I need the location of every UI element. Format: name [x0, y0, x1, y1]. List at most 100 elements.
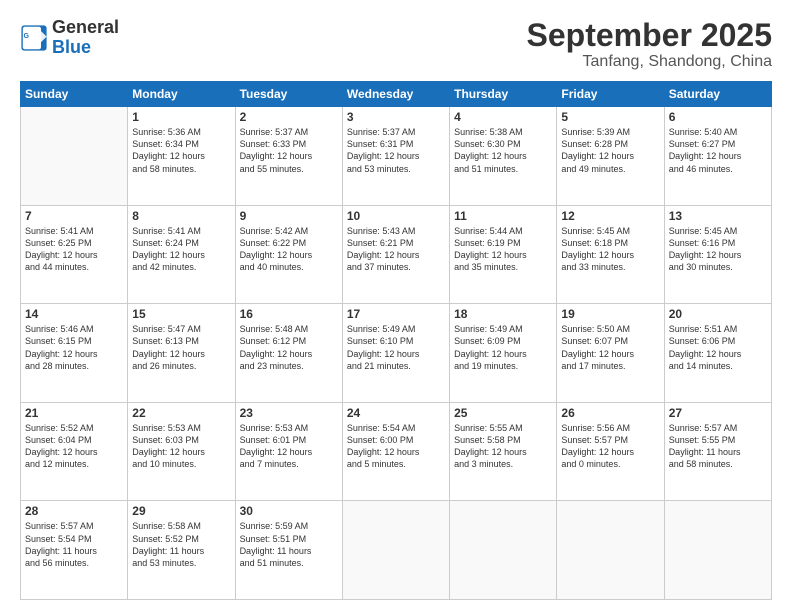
- day-number: 12: [561, 209, 659, 223]
- col-header-thursday: Thursday: [450, 82, 557, 107]
- day-info: Sunrise: 5:46 AM Sunset: 6:15 PM Dayligh…: [25, 323, 123, 372]
- day-info: Sunrise: 5:51 AM Sunset: 6:06 PM Dayligh…: [669, 323, 767, 372]
- day-cell: 27 Sunrise: 5:57 AM Sunset: 5:55 PM Dayli…: [664, 402, 771, 501]
- day-cell: [664, 501, 771, 600]
- day-number: 29: [132, 504, 230, 518]
- day-cell: 10 Sunrise: 5:43 AM Sunset: 6:21 PM Dayli…: [342, 205, 449, 304]
- day-cell: [21, 107, 128, 206]
- day-cell: 2Sunrise: 5:37 AM Sunset: 6:33 PM Daylig…: [235, 107, 342, 206]
- day-info: Sunrise: 5:49 AM Sunset: 6:10 PM Dayligh…: [347, 323, 445, 372]
- day-cell: 30 Sunrise: 5:59 AM Sunset: 5:51 PM Dayli…: [235, 501, 342, 600]
- week-row-3: 21 Sunrise: 5:52 AM Sunset: 6:04 PM Dayli…: [21, 402, 772, 501]
- header: G General Blue September 2025 Tanfang, S…: [20, 18, 772, 71]
- day-info: Sunrise: 5:38 AM Sunset: 6:30 PM Dayligh…: [454, 126, 552, 175]
- day-cell: 22Sunrise: 5:53 AM Sunset: 6:03 PM Dayli…: [128, 402, 235, 501]
- day-info: Sunrise: 5:40 AM Sunset: 6:27 PM Dayligh…: [669, 126, 767, 175]
- day-number: 23: [240, 406, 338, 420]
- day-info: Sunrise: 5:48 AM Sunset: 6:12 PM Dayligh…: [240, 323, 338, 372]
- day-number: 13: [669, 209, 767, 223]
- svg-text:G: G: [24, 33, 30, 40]
- day-cell: 26Sunrise: 5:56 AM Sunset: 5:57 PM Dayli…: [557, 402, 664, 501]
- day-info: Sunrise: 5:55 AM Sunset: 5:58 PM Dayligh…: [454, 422, 552, 471]
- col-header-friday: Friday: [557, 82, 664, 107]
- col-header-monday: Monday: [128, 82, 235, 107]
- month-title: September 2025: [527, 18, 772, 53]
- day-info: Sunrise: 5:41 AM Sunset: 6:24 PM Dayligh…: [132, 225, 230, 274]
- day-info: Sunrise: 5:39 AM Sunset: 6:28 PM Dayligh…: [561, 126, 659, 175]
- day-cell: 6 Sunrise: 5:40 AM Sunset: 6:27 PM Daylig…: [664, 107, 771, 206]
- day-cell: 15Sunrise: 5:47 AM Sunset: 6:13 PM Dayli…: [128, 304, 235, 403]
- day-info: Sunrise: 5:52 AM Sunset: 6:04 PM Dayligh…: [25, 422, 123, 471]
- day-number: 1: [132, 110, 230, 124]
- day-cell: 29 Sunrise: 5:58 AM Sunset: 5:52 PM Dayli…: [128, 501, 235, 600]
- day-number: 11: [454, 209, 552, 223]
- week-row-4: 28 Sunrise: 5:57 AM Sunset: 5:54 PM Dayli…: [21, 501, 772, 600]
- day-number: 30: [240, 504, 338, 518]
- day-number: 20: [669, 307, 767, 321]
- title-block: September 2025 Tanfang, Shandong, China: [527, 18, 772, 71]
- day-cell: 14 Sunrise: 5:46 AM Sunset: 6:15 PM Dayli…: [21, 304, 128, 403]
- day-info: Sunrise: 5:44 AM Sunset: 6:19 PM Dayligh…: [454, 225, 552, 274]
- day-cell: 3Sunrise: 5:37 AM Sunset: 6:31 PM Daylig…: [342, 107, 449, 206]
- day-number: 25: [454, 406, 552, 420]
- day-info: Sunrise: 5:41 AM Sunset: 6:25 PM Dayligh…: [25, 225, 123, 274]
- day-number: 28: [25, 504, 123, 518]
- day-cell: 21 Sunrise: 5:52 AM Sunset: 6:04 PM Dayli…: [21, 402, 128, 501]
- day-cell: [450, 501, 557, 600]
- day-info: Sunrise: 5:43 AM Sunset: 6:21 PM Dayligh…: [347, 225, 445, 274]
- col-header-tuesday: Tuesday: [235, 82, 342, 107]
- day-cell: 8 Sunrise: 5:41 AM Sunset: 6:24 PM Daylig…: [128, 205, 235, 304]
- day-cell: 11 Sunrise: 5:44 AM Sunset: 6:19 PM Dayli…: [450, 205, 557, 304]
- location-title: Tanfang, Shandong, China: [527, 53, 772, 71]
- day-cell: 12Sunrise: 5:45 AM Sunset: 6:18 PM Dayli…: [557, 205, 664, 304]
- day-number: 27: [669, 406, 767, 420]
- day-info: Sunrise: 5:57 AM Sunset: 5:54 PM Dayligh…: [25, 520, 123, 569]
- day-info: Sunrise: 5:45 AM Sunset: 6:16 PM Dayligh…: [669, 225, 767, 274]
- day-number: 6: [669, 110, 767, 124]
- day-info: Sunrise: 5:56 AM Sunset: 5:57 PM Dayligh…: [561, 422, 659, 471]
- day-info: Sunrise: 5:49 AM Sunset: 6:09 PM Dayligh…: [454, 323, 552, 372]
- day-info: Sunrise: 5:37 AM Sunset: 6:33 PM Dayligh…: [240, 126, 338, 175]
- week-row-2: 14 Sunrise: 5:46 AM Sunset: 6:15 PM Dayli…: [21, 304, 772, 403]
- calendar-table: SundayMondayTuesdayWednesdayThursdayFrid…: [20, 81, 772, 600]
- day-info: Sunrise: 5:36 AM Sunset: 6:34 PM Dayligh…: [132, 126, 230, 175]
- day-number: 14: [25, 307, 123, 321]
- day-number: 7: [25, 209, 123, 223]
- day-info: Sunrise: 5:53 AM Sunset: 6:01 PM Dayligh…: [240, 422, 338, 471]
- col-header-wednesday: Wednesday: [342, 82, 449, 107]
- day-number: 18: [454, 307, 552, 321]
- day-info: Sunrise: 5:58 AM Sunset: 5:52 PM Dayligh…: [132, 520, 230, 569]
- day-number: 10: [347, 209, 445, 223]
- day-cell: [557, 501, 664, 600]
- day-number: 5: [561, 110, 659, 124]
- day-number: 24: [347, 406, 445, 420]
- day-cell: 25 Sunrise: 5:55 AM Sunset: 5:58 PM Dayli…: [450, 402, 557, 501]
- day-cell: 17Sunrise: 5:49 AM Sunset: 6:10 PM Dayli…: [342, 304, 449, 403]
- day-cell: 7 Sunrise: 5:41 AM Sunset: 6:25 PM Daylig…: [21, 205, 128, 304]
- day-info: Sunrise: 5:54 AM Sunset: 6:00 PM Dayligh…: [347, 422, 445, 471]
- day-info: Sunrise: 5:42 AM Sunset: 6:22 PM Dayligh…: [240, 225, 338, 274]
- day-info: Sunrise: 5:57 AM Sunset: 5:55 PM Dayligh…: [669, 422, 767, 471]
- day-info: Sunrise: 5:50 AM Sunset: 6:07 PM Dayligh…: [561, 323, 659, 372]
- day-cell: 4Sunrise: 5:38 AM Sunset: 6:30 PM Daylig…: [450, 107, 557, 206]
- day-number: 3: [347, 110, 445, 124]
- day-number: 19: [561, 307, 659, 321]
- day-cell: [342, 501, 449, 600]
- logo-line1: General: [52, 18, 119, 38]
- day-cell: 23 Sunrise: 5:53 AM Sunset: 6:01 PM Dayli…: [235, 402, 342, 501]
- col-header-saturday: Saturday: [664, 82, 771, 107]
- day-cell: 13 Sunrise: 5:45 AM Sunset: 6:16 PM Dayli…: [664, 205, 771, 304]
- logo: G General Blue: [20, 18, 119, 58]
- day-number: 22: [132, 406, 230, 420]
- day-info: Sunrise: 5:59 AM Sunset: 5:51 PM Dayligh…: [240, 520, 338, 569]
- logo-icon: G: [20, 24, 48, 52]
- day-cell: 28 Sunrise: 5:57 AM Sunset: 5:54 PM Dayli…: [21, 501, 128, 600]
- col-header-sunday: Sunday: [21, 82, 128, 107]
- week-row-0: 1 Sunrise: 5:36 AM Sunset: 6:34 PM Daylig…: [21, 107, 772, 206]
- day-cell: 1 Sunrise: 5:36 AM Sunset: 6:34 PM Daylig…: [128, 107, 235, 206]
- day-info: Sunrise: 5:47 AM Sunset: 6:13 PM Dayligh…: [132, 323, 230, 372]
- day-number: 21: [25, 406, 123, 420]
- day-cell: 5 Sunrise: 5:39 AM Sunset: 6:28 PM Daylig…: [557, 107, 664, 206]
- day-number: 9: [240, 209, 338, 223]
- day-number: 8: [132, 209, 230, 223]
